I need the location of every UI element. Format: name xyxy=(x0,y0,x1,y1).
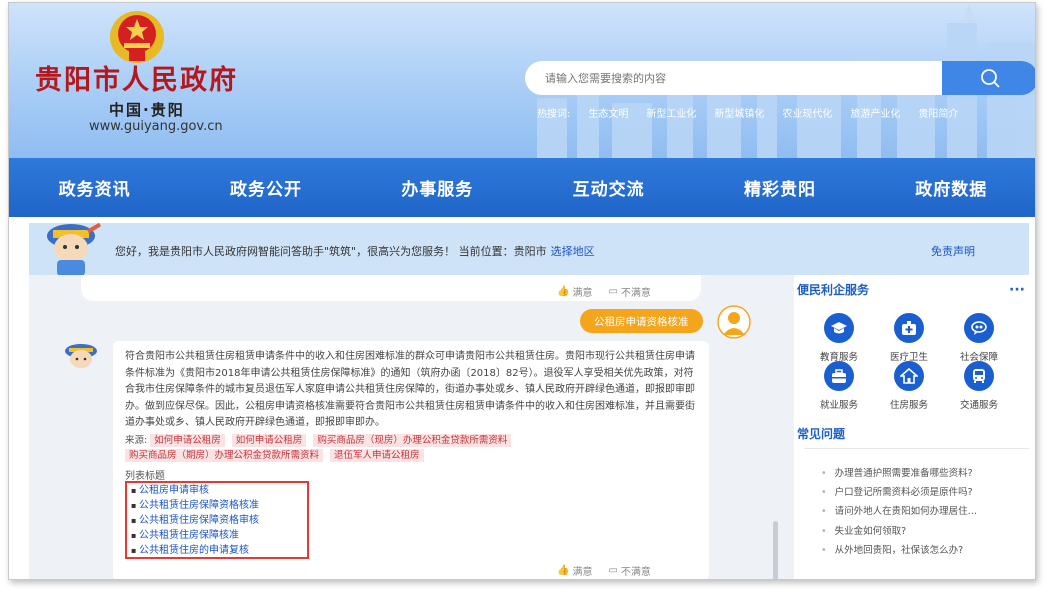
related-list-item[interactable]: 公共租赁住房保障资格核准 xyxy=(131,498,303,513)
faq-item[interactable]: 户口登记所需资料必须是原件吗? xyxy=(821,483,1031,502)
chat-scrollbar[interactable] xyxy=(773,521,778,579)
hot-word[interactable]: 农业现代化 xyxy=(782,105,832,120)
list-title: 列表标题 xyxy=(125,470,165,482)
site-header: 贵阳市人民政府 中国·贵阳 www.guiyang.gov.cn 热搜词: 生态… xyxy=(9,3,1035,158)
house-icon xyxy=(894,361,924,391)
sources: 来源: 如何申请公租房 如何申请公租房 购买商品房（现房）办理公积金贷款所需资料… xyxy=(125,433,697,463)
service-medical[interactable]: 医疗卫生 xyxy=(874,313,944,363)
unsatisfied-button[interactable]: ▭ 不满意 xyxy=(608,284,650,299)
disclaimer-link[interactable]: 免责声明 xyxy=(931,243,975,259)
related-list-item[interactable]: 公共租赁住房保障核准 xyxy=(131,528,303,543)
service-education[interactable]: 教育服务 xyxy=(804,313,874,363)
satisfied-button[interactable]: 👍 满意 xyxy=(557,563,592,578)
hot-word[interactable]: 贵阳简介 xyxy=(918,105,958,120)
user-avatar-icon xyxy=(717,305,751,339)
search-box xyxy=(525,61,945,95)
nav-item[interactable]: 办事服务 xyxy=(352,158,523,217)
search-icon xyxy=(981,69,1000,88)
faq-list: 办理普通护照需要准备哪些资料? 户口登记所需资料必须是原件吗? 请问外地人在贵阳… xyxy=(821,464,1031,560)
service-employment[interactable]: 就业服务 xyxy=(804,361,874,411)
unsatisfied-label: 不满意 xyxy=(620,288,651,299)
comment-icon: ▭ xyxy=(608,565,618,576)
assistant-avatar-icon xyxy=(47,222,102,276)
greeting-text: 您好，我是贵阳市人民政府网智能问答助手"筑筑"，很高兴为您服务！ 当前位置：贵阳… xyxy=(115,245,547,258)
service-label: 住房服务 xyxy=(889,400,928,411)
nav-item[interactable]: 政务资讯 xyxy=(9,158,180,217)
service-label: 交通服务 xyxy=(959,400,998,411)
select-region-link[interactable]: 选择地区 xyxy=(551,245,595,258)
site-subtitle: 中国·贵阳 xyxy=(109,101,185,119)
service-label: 就业服务 xyxy=(819,400,858,411)
search-input[interactable] xyxy=(545,71,925,85)
user-message-bubble: 公租房申请资格核准 xyxy=(580,309,703,333)
service-social-security[interactable]: 社会保障 xyxy=(944,313,1014,363)
more-services-button[interactable]: ··· xyxy=(1009,282,1025,298)
bus-icon xyxy=(964,361,994,391)
faq-item[interactable]: 失业金如何领取? xyxy=(821,522,1031,541)
assistant-greeting: 您好，我是贵阳市人民政府网智能问答助手"筑筑"，很高兴为您服务！ 当前位置：贵阳… xyxy=(115,243,595,259)
hot-word[interactable]: 新型城镇化 xyxy=(714,105,764,120)
comment-icon: ▭ xyxy=(608,286,618,297)
nav-item[interactable]: 政府数据 xyxy=(866,158,1035,217)
thumbs-up-icon: 👍 xyxy=(557,565,570,576)
faq-item[interactable]: 办理普通护照需要准备哪些资料? xyxy=(821,464,1031,483)
source-tag[interactable]: 如何申请公租房 xyxy=(150,433,225,447)
service-transport[interactable]: 交通服务 xyxy=(944,361,1014,411)
related-list-item[interactable]: 公租房申请审核 xyxy=(131,483,303,498)
related-list-highlight: 公租房申请审核 公共租赁住房保障资格核准 公共租赁住房保障资格审核 公共租赁住房… xyxy=(125,481,309,559)
nav-item[interactable]: 政务公开 xyxy=(180,158,351,217)
unsatisfied-button[interactable]: ▭ 不满意 xyxy=(608,563,650,578)
source-tag[interactable]: 如何申请公租房 xyxy=(231,433,307,447)
national-emblem-icon xyxy=(110,11,164,63)
source-tag[interactable]: 购买商品房（现房）办理公积金贷款所需资料 xyxy=(313,433,512,447)
thumbs-up-icon: 👍 xyxy=(557,286,570,297)
assistant-small-avatar-icon xyxy=(65,344,97,368)
graduation-cap-icon xyxy=(824,313,854,343)
medical-kit-icon xyxy=(894,313,924,343)
services-title: 便民利企服务 xyxy=(797,283,870,297)
nav-item[interactable]: 互动交流 xyxy=(523,158,694,217)
briefcase-icon xyxy=(824,361,854,391)
service-housing[interactable]: 住房服务 xyxy=(874,361,944,411)
hot-words: 热搜词: 生态文明 新型工业化 新型城镇化 农业现代化 旅游产业化 贵阳简介 xyxy=(537,105,958,120)
satisfied-label: 满意 xyxy=(572,288,593,299)
answer-text: 符合贵阳市公共租赁住房租赁申请条件中的收入和住房困难标准的群众可申请贵阳市公共租… xyxy=(125,351,695,429)
source-tag[interactable]: 购买商品房（期房）办理公积金贷款所需资料 xyxy=(125,448,324,462)
unsatisfied-label: 不满意 xyxy=(620,567,651,578)
source-tag[interactable]: 退伍军人申请公租房 xyxy=(330,448,424,462)
source-label: 来源: xyxy=(125,434,148,446)
hot-word[interactable]: 旅游产业化 xyxy=(850,105,900,120)
related-list-item[interactable]: 公共租赁住房保障资格审核 xyxy=(131,513,303,528)
feedback-row: 👍 满意 ▭ 不满意 xyxy=(557,563,651,578)
site-url: www.guiyang.gov.cn xyxy=(89,119,223,134)
hot-word[interactable]: 生态文明 xyxy=(588,105,628,120)
social-security-icon xyxy=(964,313,994,343)
faq-title: 常见问题 xyxy=(797,427,846,441)
satisfied-button[interactable]: 👍 满意 xyxy=(557,284,592,299)
browser-frame: 贵阳市人民政府 中国·贵阳 www.guiyang.gov.cn 热搜词: 生态… xyxy=(8,2,1036,580)
feedback-row: 👍 满意 ▭ 不满意 xyxy=(557,284,651,299)
search-button[interactable] xyxy=(942,61,1035,95)
main-nav: 政务资讯 政务公开 办事服务 互动交流 精彩贵阳 政府数据 xyxy=(9,158,1035,217)
satisfied-label: 满意 xyxy=(572,567,593,578)
site-title[interactable]: 贵阳市人民政府 xyxy=(35,58,238,97)
faq-item[interactable]: 从外地回贵阳，社保该怎么办? xyxy=(821,541,1031,560)
faq-item[interactable]: 请问外地人在贵阳如何办理居住… xyxy=(821,502,1031,521)
nav-item[interactable]: 精彩贵阳 xyxy=(694,158,865,217)
related-list-item[interactable]: 公共租赁住房的申请复核 xyxy=(131,543,303,558)
hot-words-label: 热搜词: xyxy=(537,109,571,120)
hot-word[interactable]: 新型工业化 xyxy=(646,105,696,120)
faq-divider xyxy=(804,448,1029,449)
